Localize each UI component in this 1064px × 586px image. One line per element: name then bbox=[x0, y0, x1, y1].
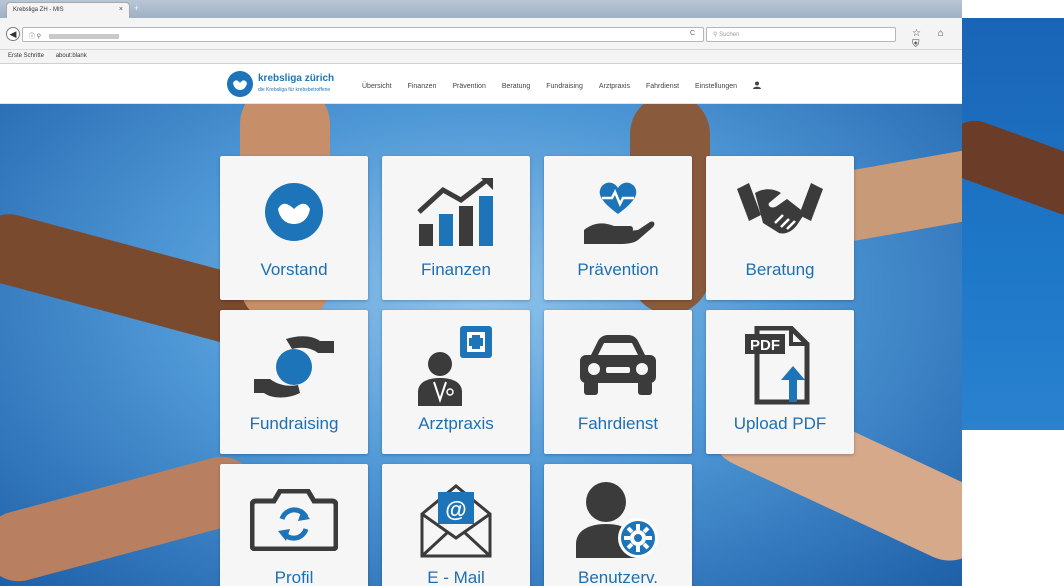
tile-beratung[interactable]: Beratung bbox=[706, 156, 854, 300]
handshake-icon bbox=[706, 176, 854, 248]
tile-arztpraxis[interactable]: Arztpraxis bbox=[382, 310, 530, 454]
tile-profil[interactable]: Profil bbox=[220, 464, 368, 586]
tile-label: Fahrdienst bbox=[577, 414, 659, 433]
tile-label: Benutzerv. bbox=[577, 568, 658, 586]
svg-text:PDF: PDF bbox=[750, 337, 780, 354]
url-masked-text bbox=[48, 33, 119, 39]
tile-fahrdienst[interactable]: Fahrdienst bbox=[544, 310, 692, 454]
tile-label: Fundraising bbox=[249, 414, 339, 433]
close-icon[interactable]: × bbox=[119, 6, 123, 13]
page-content: krebsliga zürich die Krebsliga für krebs… bbox=[0, 64, 962, 586]
reload-icon[interactable]: C bbox=[690, 30, 695, 37]
nav-item-arztpraxis[interactable]: Arztpraxis bbox=[599, 83, 630, 90]
camera-refresh-icon bbox=[220, 484, 368, 556]
heart-hand-icon bbox=[544, 176, 692, 248]
user-icon[interactable] bbox=[753, 81, 762, 91]
browser-window: Krebsliga ZH - MIS × + ◀ ⓘ ⚲ C ⚲ Suchen … bbox=[0, 0, 962, 586]
tile-label: Prävention bbox=[577, 260, 659, 279]
doctor-plus-icon bbox=[382, 326, 530, 406]
nav-item-fahrdienst[interactable]: Fahrdienst bbox=[646, 83, 679, 90]
tile-e-mail[interactable]: @ E - Mail bbox=[382, 464, 530, 586]
svg-text:@: @ bbox=[445, 497, 466, 522]
main-navigation: Übersicht Finanzen Prävention Beratung F… bbox=[362, 81, 762, 91]
browser-tab[interactable]: Krebsliga ZH - MIS × bbox=[6, 2, 130, 18]
nav-item-praevention[interactable]: Prävention bbox=[452, 83, 485, 90]
tile-vorstand[interactable]: Vorstand bbox=[220, 156, 368, 300]
bar-chart-growth-icon bbox=[382, 176, 530, 248]
search-placeholder: Suchen bbox=[719, 32, 740, 38]
navigation-bar: ◀ ⓘ ⚲ C ⚲ Suchen ☆ ⌂ ⛨ bbox=[0, 18, 962, 50]
tile-praevention[interactable]: Prävention bbox=[544, 156, 692, 300]
search-input[interactable]: ⚲ Suchen bbox=[706, 27, 896, 42]
logo-name: krebsliga zürich bbox=[258, 73, 335, 84]
url-bar[interactable]: ⓘ ⚲ bbox=[22, 27, 704, 42]
tile-finanzen[interactable]: Finanzen bbox=[382, 156, 530, 300]
dashboard-tile-grid: Vorstand Finanzen Prävention Beratung Fu… bbox=[220, 156, 854, 586]
krebsliga-logo-icon bbox=[220, 176, 368, 248]
nav-item-beratung[interactable]: Beratung bbox=[502, 83, 530, 90]
tile-label: Finanzen bbox=[421, 260, 491, 279]
logo-tagline: die Krebsliga für krebsbetroffene bbox=[258, 87, 331, 93]
nav-item-finanzen[interactable]: Finanzen bbox=[408, 83, 437, 90]
tile-label: Beratung bbox=[745, 260, 815, 279]
tile-label: Profil bbox=[274, 568, 314, 586]
site-info-icon[interactable]: ⓘ ⚲ bbox=[29, 34, 41, 40]
email-icon: @ bbox=[382, 484, 530, 558]
tab-bar: Krebsliga ZH - MIS × + bbox=[0, 0, 962, 18]
tile-fundraising[interactable]: Fundraising bbox=[220, 310, 368, 454]
toolbar-icons[interactable]: ☆ ⌂ ⛨ bbox=[912, 28, 962, 50]
background-arm-image bbox=[962, 112, 1064, 224]
new-tab-button[interactable]: + bbox=[134, 3, 139, 13]
nav-item-einstellungen[interactable]: Einstellungen bbox=[695, 83, 737, 90]
user-gear-icon bbox=[544, 482, 692, 558]
bookmarks-bar: Erste Schritte about:blank bbox=[0, 50, 962, 64]
tile-label: Upload PDF bbox=[733, 414, 827, 433]
tile-label: E - Mail bbox=[427, 568, 485, 586]
nav-item-overview[interactable]: Übersicht bbox=[362, 83, 392, 90]
pdf-upload-icon: PDF bbox=[706, 326, 854, 405]
tile-label: Vorstand bbox=[260, 260, 328, 279]
tile-label: Arztpraxis bbox=[418, 414, 494, 433]
tile-upload-pdf[interactable]: PDF Upload PDF bbox=[706, 310, 854, 454]
background-window bbox=[962, 18, 1064, 430]
hands-background-image: Vorstand Finanzen Prävention Beratung Fu… bbox=[0, 104, 962, 586]
tile-benutzerverwaltung[interactable]: Benutzerv. bbox=[544, 464, 692, 586]
bookmark-about-blank[interactable]: about:blank bbox=[56, 53, 87, 59]
bookmark-first-steps[interactable]: Erste Schritte bbox=[8, 53, 44, 59]
krebsliga-logo-icon[interactable] bbox=[227, 71, 253, 97]
hands-holding-icon bbox=[220, 330, 368, 402]
site-header: krebsliga zürich die Krebsliga für krebs… bbox=[0, 64, 962, 104]
nav-item-fundraising[interactable]: Fundraising bbox=[546, 83, 583, 90]
car-icon bbox=[544, 330, 692, 402]
back-button[interactable]: ◀ bbox=[6, 27, 20, 41]
tab-title: Krebsliga ZH - MIS bbox=[13, 7, 64, 13]
